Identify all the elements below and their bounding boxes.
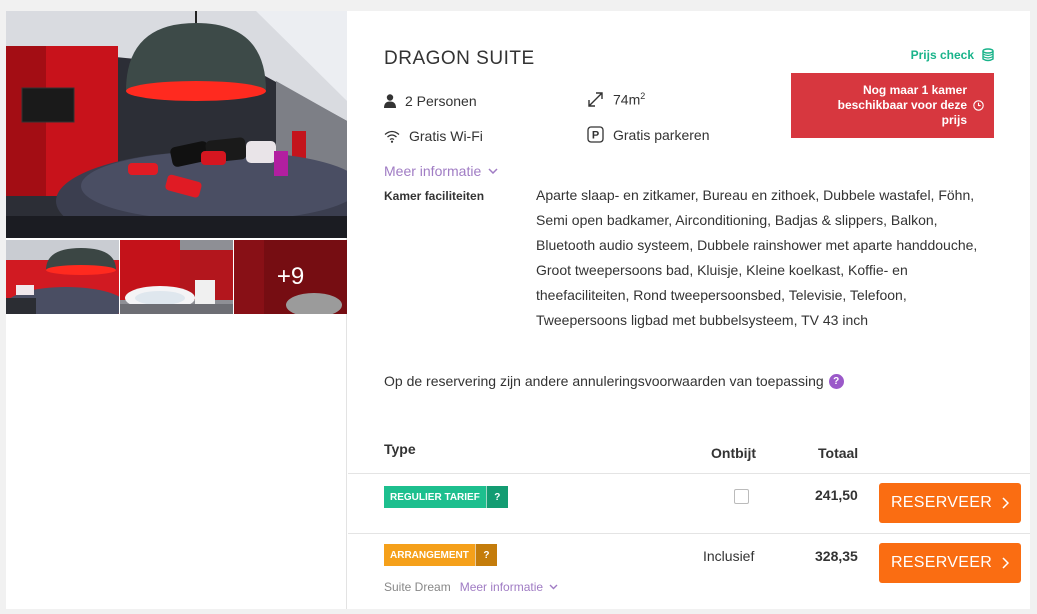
column-header-total: Totaal [818, 445, 859, 461]
main-room-photo[interactable] [6, 11, 347, 238]
availability-alert: Nog maar 1 kamer beschikbaar voor deze p… [791, 73, 994, 138]
facilities-text: Aparte slaap- en zitkamer, Bureau en zit… [536, 187, 978, 328]
photo-gallery: +9 [6, 11, 347, 609]
wifi-label: Gratis Wi-Fi [409, 128, 483, 144]
feature-area: 74m2 [587, 91, 645, 108]
package-name: Suite Dream [384, 580, 451, 594]
column-header-breakfast: Ontbijt [711, 445, 757, 461]
more-photos-count: +9 [234, 240, 347, 314]
rate-badge-label: ARRANGEMENT [384, 544, 475, 566]
package-more-info-label: Meer informatie [459, 580, 544, 594]
thumbnail-more[interactable]: +9 [234, 240, 347, 314]
thumbnail-2[interactable] [120, 240, 233, 314]
chevron-right-icon [1002, 557, 1010, 569]
chevron-down-icon [549, 584, 558, 590]
column-header-type: Type [384, 441, 416, 457]
parking-icon-letter: P [592, 130, 599, 142]
reserve-button-package[interactable]: RESERVEER [879, 543, 1021, 583]
room-title: DRAGON SUITE [384, 48, 535, 69]
expand-icon [588, 92, 603, 107]
cancellation-text: Op de reservering zijn andere annulering… [384, 373, 824, 389]
feature-parking: P Gratis parkeren [587, 126, 709, 143]
feature-wifi: Gratis Wi-Fi [384, 128, 483, 144]
rate-help-icon[interactable]: ? [485, 486, 508, 508]
availability-alert-text: Nog maar 1 kamer beschikbaar voor deze p… [837, 83, 967, 127]
breakfast-checkbox[interactable] [734, 489, 749, 504]
price-check-icon [982, 48, 994, 62]
parking-label: Gratis parkeren [613, 126, 710, 143]
divider [348, 473, 1030, 474]
price-check-link[interactable]: Prijs check [911, 48, 994, 62]
rate-badge-label: REGULIER TARIEF [384, 486, 486, 508]
reserve-button-regular[interactable]: RESERVEER [879, 483, 1021, 523]
parking-icon: P [587, 126, 604, 143]
divider [348, 533, 1030, 534]
reserve-button-label: RESERVEER [890, 554, 993, 571]
area-label: 74m2 [613, 91, 646, 108]
rate-help-icon[interactable]: ? [474, 544, 497, 566]
package-info: Suite Dream Meer informatie [384, 580, 558, 594]
thumbnail-1[interactable] [6, 240, 119, 314]
price-package: 328,35 [815, 548, 858, 564]
cancellation-note: Op de reservering zijn andere annulering… [384, 373, 844, 389]
price-check-label: Prijs check [910, 48, 974, 62]
price-regular: 241,50 [815, 487, 858, 503]
cancellation-help-icon[interactable]: ? [828, 373, 844, 389]
rate-badge-regular: REGULIER TARIEF ? [384, 486, 508, 508]
more-info-label: Meer informatie [384, 163, 482, 179]
persons-label: 2 Personen [405, 93, 477, 109]
thumbnail-strip: +9 [6, 240, 347, 314]
breakfast-included: Inclusief [703, 548, 755, 564]
room-details: DRAGON SUITE Prijs check Nog maar 1 kame… [348, 11, 1030, 609]
more-info-link[interactable]: Meer informatie [384, 163, 498, 179]
person-icon [384, 94, 396, 108]
feature-persons: 2 Personen [384, 93, 477, 109]
clock-icon [973, 100, 984, 111]
reserve-button-label: RESERVEER [890, 494, 993, 511]
facilities-label: Kamer faciliteiten [384, 189, 485, 203]
wifi-icon [384, 130, 400, 143]
chevron-down-icon [488, 168, 498, 174]
room-card: +9 DRAGON SUITE Prijs check Nog maar 1 k… [6, 11, 1030, 609]
chevron-right-icon [1002, 497, 1010, 509]
package-more-info-link[interactable]: Meer informatie [460, 580, 558, 594]
rate-badge-package: ARRANGEMENT ? [384, 544, 497, 566]
